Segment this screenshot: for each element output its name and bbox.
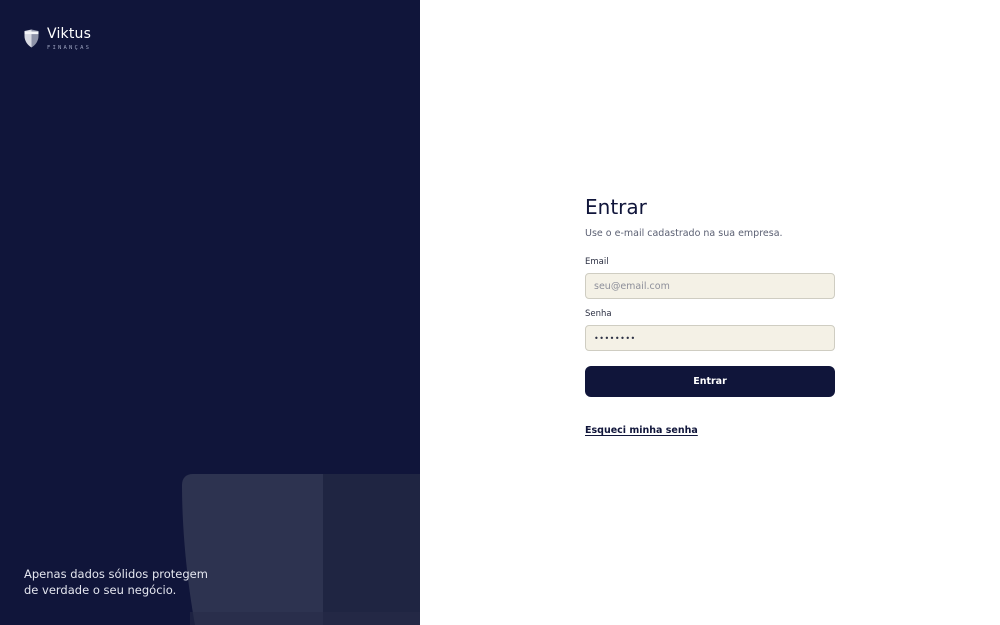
shield-decoration <box>182 474 420 625</box>
brand: Viktus FINANÇAS <box>24 26 91 53</box>
tagline: Apenas dados sólidos protegem de verdade… <box>24 567 208 597</box>
page-title: Entrar <box>585 195 647 219</box>
brand-subtitle: FINANÇAS <box>47 45 92 51</box>
shield-icon <box>24 29 39 48</box>
login-form: Entrar Use o e-mail cadastrado na sua em… <box>585 195 835 437</box>
page-subtitle: Use o e-mail cadastrado na sua empresa. <box>585 228 783 239</box>
password-label: Senha <box>585 309 612 319</box>
password-field[interactable] <box>585 325 835 351</box>
brand-panel: Viktus FINANÇAS Apenas dados sólidos pro… <box>0 0 420 625</box>
shield-left-half <box>182 474 323 625</box>
shield-right-half <box>323 474 420 625</box>
email-field[interactable] <box>585 273 835 299</box>
forgot-password-link[interactable]: Esqueci minha senha <box>585 425 698 436</box>
brand-name: Viktus <box>47 26 92 42</box>
shield-bottom-band <box>190 612 420 625</box>
login-button[interactable]: Entrar <box>585 366 835 397</box>
login-panel: Entrar Use o e-mail cadastrado na sua em… <box>420 0 1000 625</box>
email-label: Email <box>585 257 609 267</box>
